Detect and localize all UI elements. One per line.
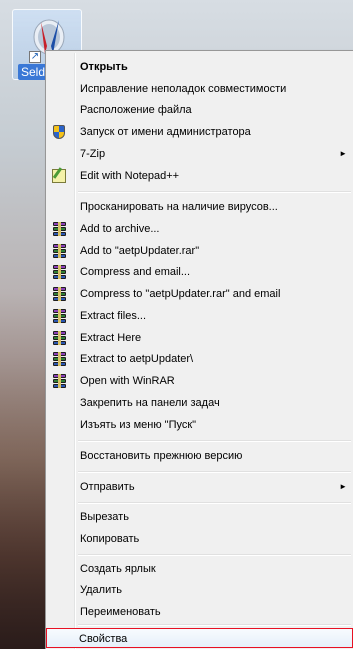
menu-item-run-as-admin[interactable]: Запуск от имени администратора (48, 122, 351, 142)
menu-separator (78, 440, 351, 442)
winrar-icon (52, 244, 66, 258)
menu-item-compress-email[interactable]: Compress and email... (48, 262, 351, 282)
menu-item-file-location[interactable]: Расположение файла (48, 100, 351, 120)
menu-separator (78, 554, 351, 556)
menu-item-properties[interactable]: Свойства (46, 628, 353, 648)
menu-item-extract-here[interactable]: Extract Here (48, 328, 351, 348)
winrar-icon (52, 222, 66, 236)
menu-item-unpin-start[interactable]: Изъять из меню "Пуск" (48, 415, 351, 435)
winrar-icon (52, 374, 66, 388)
winrar-icon (52, 309, 66, 323)
menu-separator (78, 624, 351, 626)
menu-item-extract-to[interactable]: Extract to aetpUpdater\ (48, 349, 351, 369)
menu-item-cut[interactable]: Вырезать (48, 507, 351, 527)
winrar-icon (52, 287, 66, 301)
menu-item-extract-files[interactable]: Extract files... (48, 306, 351, 326)
submenu-arrow-icon: ► (339, 149, 347, 158)
context-menu: Открыть Исправление неполадок совместимо… (45, 50, 353, 649)
menu-item-add-archive[interactable]: Add to archive... (48, 219, 351, 239)
menu-item-open-winrar[interactable]: Open with WinRAR (48, 371, 351, 391)
menu-item-delete[interactable]: Удалить (48, 580, 351, 600)
uac-shield-icon (53, 125, 65, 139)
winrar-icon (52, 352, 66, 366)
menu-item-send-to[interactable]: Отправить ► (48, 477, 351, 497)
menu-separator (78, 191, 351, 193)
menu-item-notepadpp[interactable]: Edit with Notepad++ (48, 166, 351, 186)
menu-item-scan[interactable]: Просканировать на наличие вирусов... (48, 197, 351, 217)
menu-item-add-rar[interactable]: Add to "aetpUpdater.rar" (48, 241, 351, 261)
winrar-icon (52, 265, 66, 279)
submenu-arrow-icon: ► (339, 482, 347, 491)
menu-item-create-shortcut[interactable]: Создать ярлык (48, 559, 351, 579)
menu-item-7zip[interactable]: 7-Zip ► (48, 144, 351, 164)
shortcut-arrow-icon: ↗ (29, 51, 41, 63)
menu-separator (78, 502, 351, 504)
menu-item-open[interactable]: Открыть (48, 57, 351, 77)
menu-item-pin-taskbar[interactable]: Закрепить на панели задач (48, 393, 351, 413)
notepadpp-icon (52, 169, 66, 183)
menu-item-restore[interactable]: Восстановить прежнюю версию (48, 446, 351, 466)
menu-item-troubleshoot[interactable]: Исправление неполадок совместимости (48, 79, 351, 99)
winrar-icon (52, 331, 66, 345)
menu-item-rename[interactable]: Переименовать (48, 602, 351, 622)
menu-item-copy[interactable]: Копировать (48, 529, 351, 549)
menu-separator (78, 471, 351, 473)
menu-item-compress-rar-email[interactable]: Compress to "aetpUpdater.rar" and email (48, 284, 351, 304)
desktop-wallpaper (0, 0, 48, 649)
